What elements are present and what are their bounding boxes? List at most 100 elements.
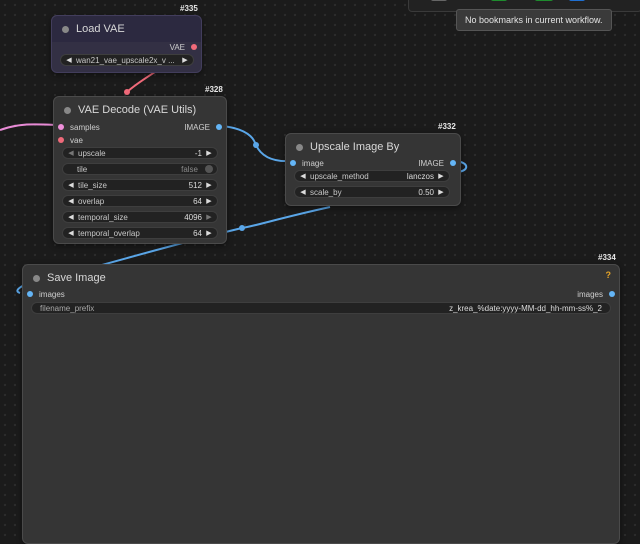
slot-dot-icon[interactable] <box>216 124 222 130</box>
node-save-image[interactable]: Save Image ? images images filename_pref… <box>22 264 620 544</box>
node-upscale-image-by[interactable]: Upscale Image By image IMAGE ◀ upscale_m… <box>285 133 461 206</box>
arrow-right-icon[interactable]: ▶ <box>205 197 213 205</box>
widget-value: lanczos <box>406 171 434 181</box>
node-id-load-vae: #335 <box>180 4 198 13</box>
slot-dot-icon[interactable] <box>450 160 456 166</box>
link-image-to-upscale <box>221 125 292 163</box>
slot-label: image <box>302 158 324 168</box>
ram-icon[interactable] <box>535 0 553 1</box>
node-title: Load VAE <box>76 23 125 35</box>
arrow-right-icon[interactable]: ▶ <box>205 213 213 221</box>
node-header[interactable]: Save Image ? <box>23 265 619 291</box>
slot-label: IMAGE <box>418 158 444 168</box>
widget-tile-toggle[interactable]: tile false <box>62 163 218 175</box>
node-id-vae-decode: #328 <box>205 85 223 94</box>
arrow-left-icon[interactable]: ◀ <box>67 213 75 221</box>
node-title: VAE Decode (VAE Utils) <box>78 104 197 116</box>
toggle-icon[interactable] <box>205 165 213 173</box>
widget-value: 0.50 <box>418 187 434 197</box>
arrow-left-icon[interactable]: ◀ <box>67 197 75 205</box>
widget-overlap[interactable]: ◀ overlap 64 ▶ <box>62 195 218 207</box>
tooltip-text: No bookmarks in current workflow. <box>465 15 603 25</box>
widget-label: overlap <box>78 196 105 206</box>
widget-value: -1 <box>194 148 202 158</box>
gpu-icon[interactable] <box>569 0 585 1</box>
collapse-dot-icon[interactable] <box>33 274 40 282</box>
widget-value: 64 <box>193 228 202 238</box>
arrow-right-icon[interactable]: ▶ <box>205 229 213 237</box>
output-slot-vae[interactable]: VAE <box>170 40 197 54</box>
widget-label: tile <box>77 164 88 174</box>
slot-dot-icon[interactable] <box>191 44 197 50</box>
arrow-left-icon[interactable]: ◀ <box>299 172 307 180</box>
collapse-dot-icon[interactable] <box>62 25 69 33</box>
node-load-vae[interactable]: Load VAE VAE ◀ wan21_vae_upscale2x_v ...… <box>51 15 202 73</box>
link-samples <box>0 123 57 131</box>
vae-name-combo[interactable]: ◀ wan21_vae_upscale2x_v ... ▶ <box>60 54 194 66</box>
widget-upscale[interactable]: ◀ upscale -1 ▶ <box>62 147 218 159</box>
link-vae-midpoint <box>124 89 130 95</box>
slot-label: VAE <box>169 42 185 52</box>
arrow-left-icon[interactable]: ◀ <box>67 149 75 157</box>
output-slot-images[interactable]: images <box>577 287 615 301</box>
node-header[interactable]: Load VAE <box>52 16 201 42</box>
widget-value: 512 <box>188 180 202 190</box>
widget-value: 64 <box>193 196 202 206</box>
widget-tile-size[interactable]: ◀ tile_size 512 ▶ <box>62 179 218 191</box>
slot-label: samples <box>70 122 100 132</box>
widget-value: z_krea_%date:yyyy-MM-dd_hh-mm-ss%_2 <box>449 303 602 313</box>
widget-label: filename_prefix <box>40 303 95 313</box>
bookmarks-tooltip: No bookmarks in current workflow. <box>456 9 612 31</box>
arrow-left-icon[interactable]: ◀ <box>65 56 73 64</box>
slot-label: images <box>577 289 603 299</box>
widget-label: scale_by <box>310 187 342 197</box>
collapse-dot-icon[interactable] <box>64 106 71 114</box>
arrow-right-icon[interactable]: ▶ <box>437 188 445 196</box>
slot-dot-icon[interactable] <box>609 291 615 297</box>
slot-label: IMAGE <box>184 122 210 132</box>
combo-value: wan21_vae_upscale2x_v ... <box>76 55 175 65</box>
arrow-right-icon[interactable]: ▶ <box>205 149 213 157</box>
widget-label: temporal_size <box>78 212 128 222</box>
link-image-midpoint <box>253 142 259 148</box>
link-save-midpoint <box>239 225 245 231</box>
arrow-left-icon[interactable]: ◀ <box>67 181 75 189</box>
widget-value: false <box>181 164 198 174</box>
widget-temporal-overlap[interactable]: ◀ temporal_overlap 64 ▶ <box>62 227 218 239</box>
slot-dot-icon[interactable] <box>58 137 64 143</box>
collapse-dot-icon[interactable] <box>296 143 303 151</box>
node-id-save-image: #334 <box>598 253 616 262</box>
widget-label: upscale <box>78 148 106 158</box>
input-slot-images[interactable]: images <box>27 287 65 301</box>
widget-label: upscale_method <box>310 171 369 181</box>
widget-value: 4096 <box>184 212 202 222</box>
input-slot-vae[interactable]: vae <box>58 133 83 147</box>
widget-label: temporal_overlap <box>78 228 140 238</box>
arrow-left-icon[interactable]: ◀ <box>67 229 75 237</box>
node-id-upscale-image-by: #332 <box>438 122 456 131</box>
cpu-icon[interactable] <box>491 0 507 1</box>
slot-dot-icon[interactable] <box>290 160 296 166</box>
slot-dot-icon[interactable] <box>58 124 64 130</box>
arrow-left-icon[interactable]: ◀ <box>299 188 307 196</box>
slot-label: vae <box>70 135 83 145</box>
arrow-right-icon[interactable]: ▶ <box>437 172 445 180</box>
slot-dot-icon[interactable] <box>27 291 33 297</box>
input-slot-samples[interactable]: samples <box>58 120 100 134</box>
widget-scale-by[interactable]: ◀ scale_by 0.50 ▶ <box>294 186 450 198</box>
widget-temporal-size[interactable]: ◀ temporal_size 4096 ▶ <box>62 211 218 223</box>
slot-label: images <box>39 289 65 299</box>
node-title: Save Image <box>47 272 106 284</box>
output-slot-image[interactable]: IMAGE <box>418 156 456 170</box>
grid-icon[interactable] <box>431 0 447 1</box>
filename-prefix-input[interactable]: filename_prefix z_krea_%date:yyyy-MM-dd_… <box>31 302 611 314</box>
node-vae-decode[interactable]: VAE Decode (VAE Utils) samples vae IMAGE… <box>53 96 227 244</box>
output-slot-image[interactable]: IMAGE <box>184 120 222 134</box>
input-slot-image[interactable]: image <box>290 156 324 170</box>
arrow-right-icon[interactable]: ▶ <box>205 181 213 189</box>
node-title: Upscale Image By <box>310 141 400 153</box>
help-icon[interactable]: ? <box>606 270 612 280</box>
widget-label: tile_size <box>78 180 107 190</box>
arrow-right-icon[interactable]: ▶ <box>181 56 189 64</box>
widget-upscale-method[interactable]: ◀ upscale_method lanczos ▶ <box>294 170 450 182</box>
